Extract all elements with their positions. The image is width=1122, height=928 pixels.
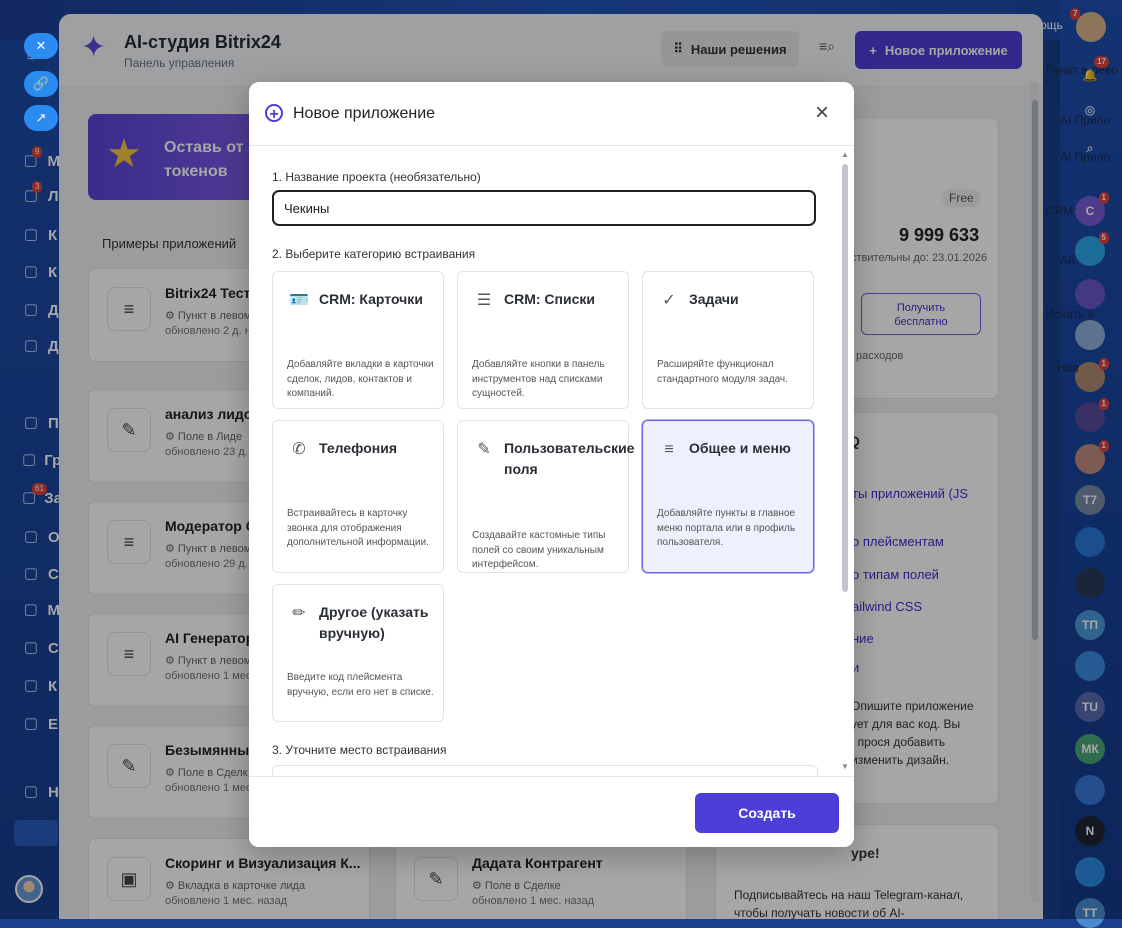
- phone-icon: ✆: [292, 441, 306, 458]
- category-title: CRM: Списки: [504, 291, 596, 307]
- modal-scrollbar[interactable]: ▲ ▼: [841, 150, 849, 772]
- category-card-check-circle[interactable]: ✓ Задачи Расширяйте функционал стандартног…: [642, 271, 814, 409]
- close-float-button[interactable]: ✕: [24, 33, 58, 59]
- modal-header: + Новое приложение ×: [249, 82, 854, 146]
- scroll-up-icon[interactable]: ▲: [841, 150, 849, 159]
- category-card-custom-field[interactable]: ✎ Пользовательские поля Создавайте кастомн…: [457, 420, 635, 573]
- custom-field-icon: ✎: [477, 441, 491, 458]
- category-label: 2. Выберите категорию встраивания: [272, 247, 476, 261]
- category-title: Общее и меню: [689, 440, 791, 456]
- pencil-icon: ✏: [292, 605, 306, 622]
- category-card-pencil[interactable]: ✏ Другое (указать вручную) Введите код пле…: [272, 584, 444, 722]
- list-icon: ☰: [476, 292, 492, 309]
- category-title: CRM: Карточки: [319, 291, 423, 307]
- category-title: Другое (указать вручную): [319, 604, 429, 641]
- open-new-window-button[interactable]: ↗: [24, 105, 58, 131]
- category-description: Добавляйте пункты в главное меню портала…: [657, 508, 796, 548]
- new-app-modal: + Новое приложение × 1. Название проекта…: [249, 82, 854, 847]
- category-title: Задачи: [689, 291, 739, 307]
- category-description: Добавляйте кнопки в панель инструментов …: [472, 359, 605, 399]
- modal-body: 1. Название проекта (необязательно) 2. В…: [249, 146, 854, 776]
- menu-icon: ≡: [664, 441, 674, 458]
- modal-title: Новое приложение: [293, 105, 436, 122]
- check-circle-icon: ✓: [662, 292, 676, 309]
- project-name-input[interactable]: [272, 190, 816, 226]
- category-card-id-card[interactable]: 🪪 CRM: Карточки Добавляйте вкладки в карто…: [272, 271, 444, 409]
- category-card-list[interactable]: ☰ CRM: Списки Добавляйте кнопки в панель и…: [457, 271, 629, 409]
- plus-circle-icon: +: [265, 104, 283, 123]
- scroll-down-icon[interactable]: ▼: [841, 762, 849, 771]
- close-icon[interactable]: ×: [811, 101, 833, 125]
- category-description: Встраивайтесь в карточку звонка для отоб…: [287, 508, 429, 548]
- category-card-menu[interactable]: ≡ Общее и меню Добавляйте пункты в главное…: [642, 420, 814, 573]
- category-title: Телефония: [319, 440, 397, 456]
- category-description: Введите код плейсмента вручную, если его…: [287, 672, 434, 698]
- category-description: Добавляйте вкладки в карточки сделок, ли…: [287, 359, 434, 399]
- category-card-phone[interactable]: ✆ Телефония Встраивайтесь в карточку звонк…: [272, 420, 444, 573]
- modal-scrollbar-thumb[interactable]: [842, 164, 848, 592]
- project-name-label: 1. Название проекта (необязательно): [272, 170, 481, 184]
- placement-label: 3. Уточните место встраивания: [272, 743, 447, 757]
- category-description: Создавайте кастомные типы полей со своим…: [472, 530, 606, 570]
- category-title: Пользовательские поля: [504, 440, 635, 477]
- copy-link-button[interactable]: 🔗: [24, 71, 58, 97]
- placement-select[interactable]: [272, 765, 818, 776]
- create-button[interactable]: Создать: [695, 793, 839, 833]
- id-card-icon: 🪪: [289, 292, 309, 309]
- modal-footer: Создать: [249, 776, 854, 847]
- category-description: Расширяйте функционал стандартного модул…: [657, 359, 788, 385]
